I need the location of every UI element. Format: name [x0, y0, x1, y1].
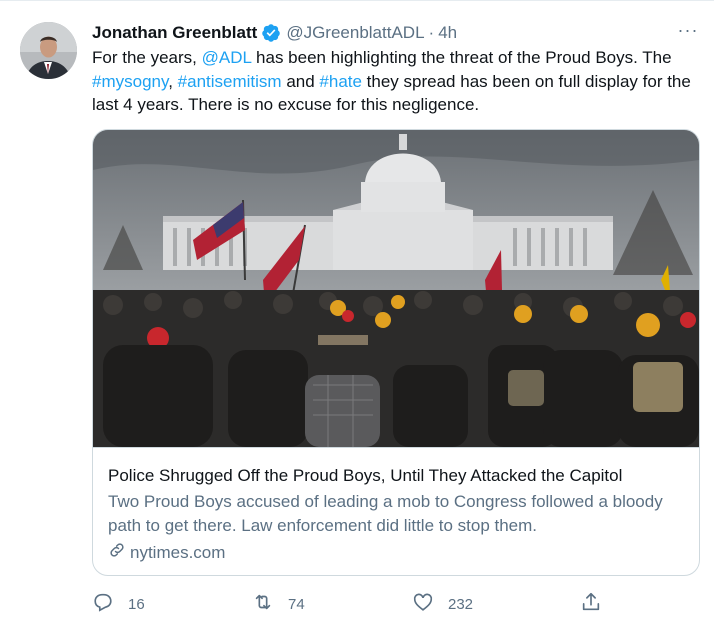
card-domain[interactable]: nytimes.com: [108, 541, 225, 564]
like-icon: [412, 591, 434, 617]
author-name[interactable]: Jonathan Greenblatt: [92, 23, 257, 43]
like-button[interactable]: 232: [412, 591, 473, 617]
mention-link[interactable]: @ADL: [202, 48, 252, 67]
card-image[interactable]: [93, 130, 699, 448]
retweet-count: 74: [288, 595, 305, 613]
author-handle[interactable]: @JGreenblattADL: [286, 23, 424, 43]
reply-icon: [92, 591, 114, 617]
reply-count: 16: [128, 595, 145, 613]
hashtag-link[interactable]: #mysogny: [92, 72, 168, 91]
tweet-actions: 16 74 232: [92, 591, 612, 615]
link-icon: [108, 541, 130, 564]
tweet[interactable]: Jonathan Greenblatt @JGreenblattADL · 4h…: [0, 0, 714, 622]
verified-badge-icon: [261, 23, 281, 43]
card-description: Two Proud Boys accused of leading a mob …: [108, 492, 663, 535]
reply-button[interactable]: 16: [92, 591, 145, 617]
hashtag-link[interactable]: #antisemitism: [178, 72, 282, 91]
like-count: 232: [448, 595, 474, 613]
text-segment: and: [281, 71, 320, 91]
card-domain-text: nytimes.com: [130, 542, 226, 562]
share-button[interactable]: [580, 591, 602, 617]
avatar[interactable]: [20, 22, 77, 79]
retweet-button[interactable]: 74: [252, 591, 305, 617]
retweet-icon: [252, 591, 274, 617]
tweet-timestamp[interactable]: 4h: [438, 23, 457, 43]
text-segment: For the years,: [92, 48, 202, 67]
tweet-header: Jonathan Greenblatt @JGreenblattADL · 4h: [92, 21, 457, 45]
more-icon[interactable]: ···: [676, 21, 700, 43]
separator-dot: ·: [428, 23, 435, 42]
text-segment: has been highlighting the threat of the …: [251, 48, 672, 67]
link-preview-card[interactable]: Police Shrugged Off the Proud Boys, Unti…: [92, 129, 700, 576]
text-segment: ,: [168, 71, 178, 91]
hashtag-link[interactable]: #hate: [319, 72, 362, 91]
share-icon: [580, 591, 602, 617]
tweet-text: For the years, @ADL has been highlightin…: [92, 46, 692, 117]
card-title[interactable]: Police Shrugged Off the Proud Boys, Unti…: [108, 466, 622, 486]
